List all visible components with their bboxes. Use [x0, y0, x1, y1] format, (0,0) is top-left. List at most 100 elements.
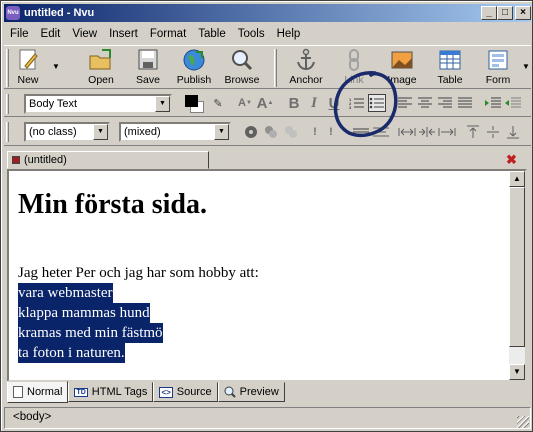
list-item[interactable]: kramas med min fästmö — [18, 323, 163, 343]
align-right-icon[interactable] — [436, 94, 454, 112]
title-bar: Nvu untitled - Nvu _ □ × — [4, 4, 531, 22]
align-center-icon[interactable] — [416, 94, 434, 112]
app-window: Nvu untitled - Nvu _ □ × File Edit View … — [0, 0, 533, 432]
strikethrough-icon[interactable] — [352, 123, 370, 141]
minimize-button[interactable]: _ — [481, 6, 497, 20]
preview-magnifier-icon — [224, 386, 236, 398]
style-properties-icon[interactable] — [242, 123, 260, 141]
align-top-icon[interactable] — [464, 123, 482, 141]
new-dropdown-arrow[interactable]: ▼ — [52, 62, 60, 71]
font-select[interactable]: (mixed) ▼ — [119, 122, 231, 142]
editor-area[interactable]: Min första sida. Jag heter Per och jag h… — [7, 169, 527, 382]
class-toolbar: (no class) ▼ (mixed) ▼ ! ! — [4, 118, 531, 146]
align-middle-icon[interactable] — [484, 123, 502, 141]
nvu-app-icon: Nvu — [6, 6, 20, 20]
image-button[interactable]: Image — [378, 48, 426, 86]
publish-button[interactable]: Publish — [170, 48, 218, 86]
close-button[interactable]: × — [515, 6, 531, 20]
page-heading[interactable]: Min första sida. — [18, 189, 498, 221]
text-color-picker[interactable] — [184, 94, 208, 114]
align-bottom-icon[interactable] — [504, 123, 522, 141]
menu-edit[interactable]: Edit — [35, 28, 67, 40]
menu-view[interactable]: View — [66, 28, 103, 40]
form-icon — [485, 48, 511, 72]
html-tags-icon: TD — [74, 387, 88, 397]
table-button[interactable]: Table — [426, 48, 474, 86]
save-disk-icon — [135, 48, 161, 72]
vertical-scrollbar[interactable]: ▲ ▼ — [509, 171, 525, 380]
increase-font-size-icon[interactable]: A ▲ — [256, 94, 274, 112]
open-folder-icon — [88, 48, 114, 72]
tab-untitled[interactable]: (untitled) — [7, 151, 209, 169]
center-horizontal-icon[interactable] — [418, 123, 436, 141]
numbered-list-icon[interactable]: 123 — [348, 94, 366, 112]
menu-file[interactable]: File — [4, 28, 35, 40]
link-button[interactable]: Link — [330, 48, 378, 86]
edit-style-icon[interactable] — [262, 123, 280, 141]
format-toolbar: Body Text ▼ ✎ A ▼ A ▲ B I U 123 — [4, 91, 531, 117]
menu-tools[interactable]: Tools — [232, 28, 271, 40]
new-button[interactable]: New — [4, 48, 52, 86]
view-mode-tabs: Normal TD HTML Tags <> Source Preview — [7, 381, 285, 403]
menu-insert[interactable]: Insert — [103, 28, 144, 40]
toolbar-grip[interactable] — [6, 122, 9, 142]
shrink-horizontal-icon[interactable] — [438, 123, 456, 141]
outdent-icon[interactable] — [504, 94, 522, 112]
toolbar-separator — [274, 49, 277, 87]
indent-icon[interactable] — [484, 94, 502, 112]
anchor-button[interactable]: Anchor — [282, 48, 330, 86]
browse-button[interactable]: Browse — [218, 48, 266, 86]
table-grid-icon — [437, 48, 463, 72]
close-tab-icon[interactable]: ✖ — [506, 152, 517, 168]
italic-icon[interactable]: I — [305, 94, 323, 112]
foreground-color-swatch — [185, 95, 198, 107]
expand-horizontal-icon[interactable] — [398, 123, 416, 141]
align-left-icon[interactable] — [396, 94, 414, 112]
composition-toolbar: New ▼ Open Save Publish Browse Anchor Li… — [4, 45, 531, 89]
paragraph-style-select[interactable]: Body Text ▼ — [24, 94, 172, 114]
tab-normal[interactable]: Normal — [7, 381, 69, 403]
new-document-icon — [15, 48, 41, 72]
document-modified-icon — [12, 156, 20, 164]
copy-style-icon[interactable] — [282, 123, 300, 141]
toolbar-grip[interactable] — [6, 94, 9, 114]
document-content[interactable]: Min första sida. Jag heter Per och jag h… — [18, 171, 498, 363]
normal-page-icon — [13, 386, 23, 398]
scroll-down-button[interactable]: ▼ — [509, 364, 525, 380]
highlight-pen-icon[interactable]: ✎ — [209, 94, 227, 112]
browse-magnifier-icon — [229, 48, 255, 72]
chevron-down-icon: ▼ — [155, 96, 170, 112]
resize-grip[interactable] — [517, 416, 529, 428]
intro-paragraph[interactable]: Jag heter Per och jag har som hobby att: — [18, 263, 498, 283]
list-style-icon[interactable] — [372, 123, 390, 141]
menu-help[interactable]: Help — [271, 28, 307, 40]
list-item[interactable]: klappa mammas hund — [18, 303, 150, 323]
justify-icon[interactable] — [456, 94, 474, 112]
scroll-up-button[interactable]: ▲ — [509, 171, 525, 187]
underline-icon[interactable]: U — [325, 94, 343, 112]
important-toggle-icon[interactable]: ! — [322, 123, 340, 141]
bold-icon[interactable]: B — [285, 94, 303, 112]
tab-html-tags[interactable]: TD HTML Tags — [68, 382, 154, 402]
list-item[interactable]: ta foton i naturen. — [18, 343, 125, 363]
bulleted-list-icon[interactable] — [368, 94, 386, 112]
open-button[interactable]: Open — [77, 48, 125, 86]
save-button[interactable]: Save — [124, 48, 172, 86]
class-select[interactable]: (no class) ▼ — [24, 122, 110, 142]
tab-preview[interactable]: Preview — [217, 382, 285, 402]
document-tab-row: (untitled) ✖ — [4, 149, 531, 169]
menu-format[interactable]: Format — [144, 28, 192, 40]
link-chain-icon — [341, 48, 367, 72]
maximize-button[interactable]: □ — [497, 6, 513, 20]
svg-text:3: 3 — [349, 105, 352, 110]
tag-path[interactable]: <body> — [13, 411, 51, 423]
scroll-thumb[interactable] — [509, 187, 525, 347]
toolbar-overflow-arrow[interactable]: ▼ — [522, 62, 530, 71]
tab-source[interactable]: <> Source — [153, 382, 218, 402]
list-item[interactable]: vara webmaster — [18, 283, 113, 303]
window-title: untitled - Nvu — [24, 7, 95, 19]
form-button[interactable]: Form — [474, 48, 522, 86]
menu-table[interactable]: Table — [192, 28, 232, 40]
decrease-font-size-icon[interactable]: A ▼ — [236, 94, 254, 112]
image-picture-icon — [389, 48, 415, 72]
